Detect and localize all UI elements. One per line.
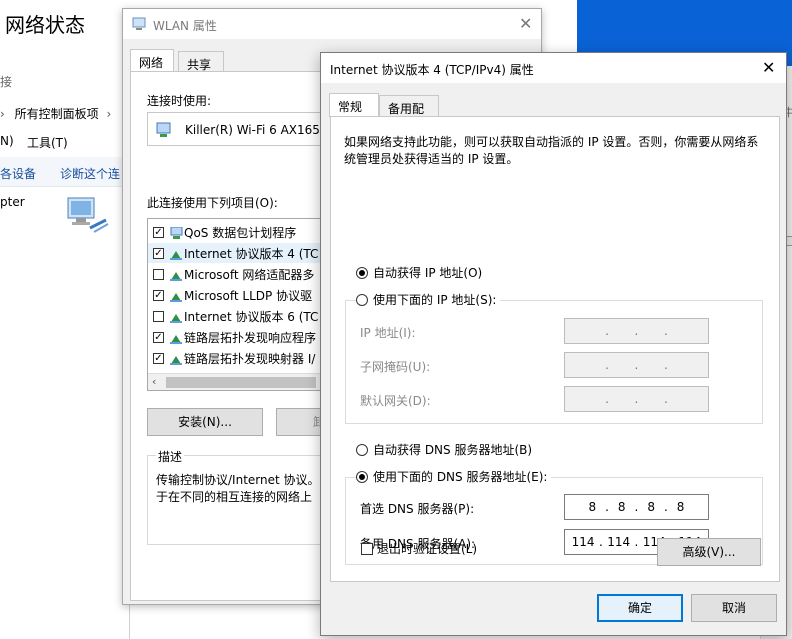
default-gateway-label: 默认网关(D): <box>360 394 431 408</box>
cp-toolbar-devices[interactable]: 各设备 <box>0 165 36 182</box>
install-button[interactable]: 安装(N)... <box>147 408 263 436</box>
list-item[interactable]: ✓ 链路层拓扑发现映射器 I/ <box>153 348 315 368</box>
manual-ip-label: 使用下面的 IP 地址(S): <box>373 293 497 307</box>
subnet-mask-field[interactable]: ... <box>564 352 709 378</box>
cancel-button[interactable]: 取消 <box>691 594 777 622</box>
item-label: Internet 协议版本 4 (TC <box>184 246 319 261</box>
item-label: 链路层拓扑发现映射器 I/ <box>184 351 316 366</box>
item-checkbox[interactable]: ✓ <box>153 331 164 343</box>
cp-menu-tools[interactable]: 工具(T) <box>27 134 68 151</box>
subnet-mask-label: 子网掩码(U): <box>360 360 431 374</box>
wlan-dialog-title: WLAN 属性 <box>153 19 217 33</box>
wlan-titlebar[interactable]: WLAN 属性 ✕ <box>123 9 541 39</box>
tab-sharing[interactable]: 共享 <box>178 51 224 73</box>
item-label: Internet 协议版本 6 (TC <box>184 309 319 324</box>
list-item[interactable]: ✓ 链路层拓扑发现响应程序 <box>153 327 316 347</box>
protocol-icon <box>170 311 182 323</box>
connection-items-list[interactable]: ✓ QoS 数据包计划程序 ✓ Internet 协议版本 4 (TC Micr… <box>147 218 337 391</box>
preferred-dns-field[interactable]: 8.8.8.8 <box>564 494 709 520</box>
ipv4-intro-text: 如果网络支持此功能，则可以获取自动指派的 IP 设置。否则，你需要从网络系统管理… <box>344 135 759 166</box>
auto-dns-label: 自动获得 DNS 服务器地址(B) <box>373 443 533 457</box>
items-label: 此连接使用下列项目(O): <box>147 196 278 210</box>
tab-network[interactable]: 网络 <box>130 49 174 73</box>
network-status-title: 网络状态 <box>5 13 85 37</box>
description-text: 传输控制协议/Internet 协议。 于在不同的相互连接的网络上 <box>156 472 336 506</box>
adapter-name: Killer(R) Wi-Fi 6 AX1650 <box>185 123 328 137</box>
item-checkbox[interactable]: ✓ <box>153 247 164 259</box>
ipv4-dialog-title: Internet 协议版本 4 (TCP/IPv4) 属性 <box>330 63 534 77</box>
description-label: 描述 <box>156 448 185 465</box>
tab-general[interactable]: 常规 <box>329 93 379 117</box>
horizontal-scrollbar[interactable]: ‹ <box>148 373 336 390</box>
protocol-icon <box>170 290 182 302</box>
chevron-right-icon: › <box>0 107 5 121</box>
protocol-icon <box>170 353 182 365</box>
connect-using-label: 连接时使用: <box>147 94 212 108</box>
item-label: Microsoft 网络适配器多 <box>184 267 315 282</box>
cp-breadcrumb[interactable]: › 所有控制面板项 › <box>0 105 111 122</box>
network-adapter-icon <box>156 122 171 137</box>
close-icon[interactable]: ✕ <box>519 14 532 33</box>
cp-toolbar: 各设备 诊断这个连 <box>0 157 130 187</box>
protocol-icon <box>170 269 182 281</box>
radio-icon[interactable] <box>356 293 368 306</box>
scroll-left-icon[interactable]: ‹ <box>152 375 156 388</box>
item-label: 链路层拓扑发现响应程序 <box>184 330 317 345</box>
protocol-icon <box>170 248 182 260</box>
item-label: Microsoft LLDP 协议驱 <box>184 288 313 303</box>
ipv4-properties-dialog: Internet 协议版本 4 (TCP/IPv4) 属性 ✕ 常规 备用配置 … <box>320 52 787 636</box>
list-item[interactable]: Internet 协议版本 6 (TC <box>153 306 318 326</box>
network-icon <box>132 17 146 30</box>
tab-alternate-config[interactable]: 备用配置 <box>379 95 439 133</box>
cp-menu-view[interactable]: N) <box>0 134 14 148</box>
item-checkbox[interactable]: ✓ <box>153 289 164 301</box>
manual-dns-radio[interactable]: 使用下面的 DNS 服务器地址(E): <box>356 468 552 485</box>
ip-address-field[interactable]: ... <box>564 318 709 344</box>
cp-adapter-name-partial: pter <box>0 195 25 209</box>
auto-ip-label: 自动获得 IP 地址(O) <box>373 266 483 280</box>
adapter-display: Killer(R) Wi-Fi 6 AX1650 <box>147 112 337 146</box>
item-checkbox[interactable] <box>153 310 164 322</box>
description-group: 描述 传输控制协议/Internet 协议。 于在不同的相互连接的网络上 <box>147 448 337 545</box>
ip-address-label: IP 地址(I): <box>360 326 416 340</box>
validate-on-exit-checkbox[interactable]: 退出时验证设置(L) <box>361 540 477 557</box>
ok-button[interactable]: 确定 <box>597 594 683 622</box>
list-item[interactable]: ✓ QoS 数据包计划程序 <box>153 222 296 242</box>
radio-selected-icon[interactable] <box>356 266 368 279</box>
item-label: QoS 数据包计划程序 <box>184 225 297 240</box>
close-icon[interactable]: ✕ <box>762 58 775 77</box>
list-item[interactable]: Microsoft 网络适配器多 <box>153 264 314 284</box>
network-adapter-icon <box>67 197 109 233</box>
item-checkbox[interactable]: ✓ <box>153 352 164 364</box>
validate-on-exit-label: 退出时验证设置(L) <box>377 542 478 556</box>
chevron-right-icon: › <box>106 107 112 121</box>
scrollbar-thumb[interactable] <box>166 377 316 388</box>
ipv4-titlebar[interactable]: Internet 协议版本 4 (TCP/IPv4) 属性 ✕ <box>321 53 786 83</box>
item-checkbox[interactable]: ✓ <box>153 226 164 238</box>
advanced-button[interactable]: 高级(V)... <box>657 538 761 566</box>
description-line: 于在不同的相互连接的网络上 <box>156 490 313 504</box>
preferred-dns-label: 首选 DNS 服务器(P): <box>360 502 475 516</box>
list-item[interactable]: ✓ Microsoft LLDP 协议驱 <box>153 285 312 305</box>
qos-icon <box>170 226 183 239</box>
cp-toolbar-diagnose[interactable]: 诊断这个连 <box>60 165 120 182</box>
protocol-icon <box>170 332 182 344</box>
checkbox-icon[interactable] <box>361 542 373 555</box>
manual-dns-label: 使用下面的 DNS 服务器地址(E): <box>373 470 548 484</box>
breadcrumb-all-items[interactable]: 所有控制面板项 <box>15 107 99 121</box>
default-gateway-field[interactable]: ... <box>564 386 709 412</box>
radio-icon[interactable] <box>356 443 368 456</box>
control-panel-window: 接 › 所有控制面板项 › N) 工具(T) 各设备 诊断这个连 pter <box>0 65 130 639</box>
ipv4-general-panel: 如果网络支持此功能，则可以获取自动指派的 IP 设置。否则，你需要从网络系统管理… <box>330 116 780 582</box>
radio-selected-icon[interactable] <box>356 470 368 483</box>
description-line: 传输控制协议/Internet 协议。 <box>156 473 320 487</box>
auto-ip-radio[interactable]: 自动获得 IP 地址(O) <box>356 264 482 281</box>
manual-ip-radio[interactable]: 使用下面的 IP 地址(S): <box>356 291 501 308</box>
list-item[interactable]: ✓ Internet 协议版本 4 (TC <box>148 243 336 263</box>
cp-title-partial: 接 <box>0 75 13 89</box>
item-checkbox[interactable] <box>153 268 164 280</box>
auto-dns-radio[interactable]: 自动获得 DNS 服务器地址(B) <box>356 441 532 458</box>
